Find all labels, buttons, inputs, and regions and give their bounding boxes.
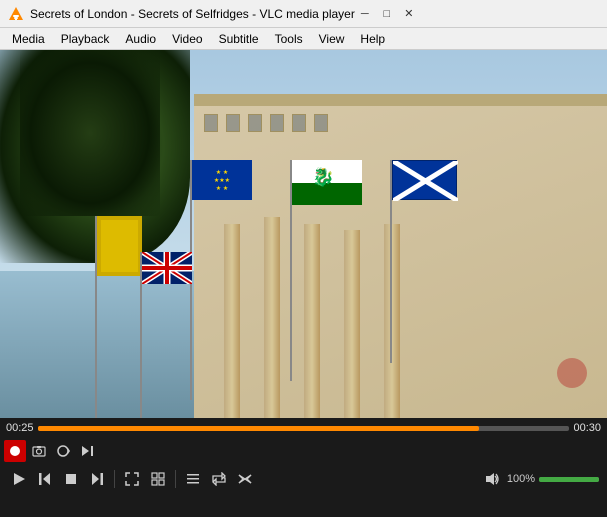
flag-eu: ★★★ ★ ★ ★ ★ (192, 160, 252, 200)
play-button[interactable] (8, 468, 30, 490)
seek-bar[interactable] (38, 426, 570, 431)
stop-icon (64, 472, 78, 486)
volume-area: 100% (481, 468, 599, 490)
volume-icon (485, 472, 499, 486)
extended-icon (151, 472, 165, 486)
separator-2 (175, 470, 176, 488)
menu-bar: Media Playback Audio Video Subtitle Tool… (0, 28, 607, 50)
volume-fill (539, 477, 599, 482)
playlist-button[interactable] (182, 468, 204, 490)
current-time: 00:25 (6, 422, 34, 434)
tree-left-2 (20, 50, 160, 216)
flagpole-2: 🐉 (290, 160, 292, 381)
shuffle-icon (238, 472, 252, 486)
loop-button[interactable] (52, 440, 74, 462)
progress-fill (38, 426, 480, 431)
window-title: Secrets of London - Secrets of Selfridge… (30, 7, 355, 21)
minimize-button[interactable]: ─ (355, 4, 375, 24)
menu-video[interactable]: Video (164, 28, 210, 49)
controls-row2: 100% (0, 464, 607, 494)
separator-1 (114, 470, 115, 488)
building-windows (204, 114, 597, 132)
maximize-button[interactable]: □ (377, 4, 397, 24)
progress-area: 00:25 00:30 (0, 418, 607, 438)
svg-text:★ ★: ★ ★ (216, 185, 228, 192)
shuffle-button[interactable] (234, 468, 256, 490)
window-controls: ─ □ ✕ (355, 4, 419, 24)
flag-wales: 🐉 (292, 160, 362, 205)
extended-settings-button[interactable] (147, 468, 169, 490)
previous-button[interactable] (34, 468, 56, 490)
menu-tools[interactable]: Tools (267, 28, 311, 49)
flag-uk (142, 252, 192, 284)
snapshot-icon (32, 444, 46, 458)
next-button[interactable] (86, 468, 108, 490)
previous-icon (38, 472, 52, 486)
menu-subtitle[interactable]: Subtitle (211, 28, 267, 49)
volume-slider[interactable] (539, 477, 599, 482)
menu-audio[interactable]: Audio (117, 28, 164, 49)
play-icon (12, 472, 26, 486)
frame-advance-icon (80, 444, 94, 458)
flagpole-1 (390, 160, 392, 362)
flag-scotland (392, 160, 457, 200)
record-icon (8, 444, 22, 458)
video-area[interactable]: 🐉 ★★★ ★ ★ ★ ★ (0, 50, 607, 418)
snapshot-button[interactable] (28, 440, 50, 462)
frame-advance-button[interactable] (76, 440, 98, 462)
vlc-icon (8, 6, 24, 22)
building (194, 94, 607, 418)
record-button[interactable] (4, 440, 26, 462)
total-time: 00:30 (573, 422, 601, 434)
flag-yellow (97, 216, 142, 276)
next-icon (90, 472, 104, 486)
menu-media[interactable]: Media (4, 28, 53, 49)
mute-button[interactable] (481, 468, 503, 490)
repeat-icon (212, 472, 226, 486)
fullscreen-button[interactable] (121, 468, 143, 490)
menu-playback[interactable]: Playback (53, 28, 118, 49)
title-bar: Secrets of London - Secrets of Selfridge… (0, 0, 607, 28)
fullscreen-icon (125, 472, 139, 486)
svg-text:★★★: ★★★ (214, 177, 230, 184)
playlist-icon (186, 472, 200, 486)
menu-help[interactable]: Help (352, 28, 393, 49)
video-frame: 🐉 ★★★ ★ ★ ★ ★ (0, 50, 607, 418)
flagpole-4 (95, 216, 97, 418)
flagpole-5 (140, 252, 142, 418)
close-button[interactable]: ✕ (399, 4, 419, 24)
svg-text:★ ★: ★ ★ (216, 169, 228, 176)
loop-icon (56, 444, 70, 458)
volume-label: 100% (507, 473, 535, 485)
repeat-button[interactable] (208, 468, 230, 490)
stop-button[interactable] (60, 468, 82, 490)
menu-view[interactable]: View (311, 28, 353, 49)
controls-row1 (0, 438, 607, 464)
